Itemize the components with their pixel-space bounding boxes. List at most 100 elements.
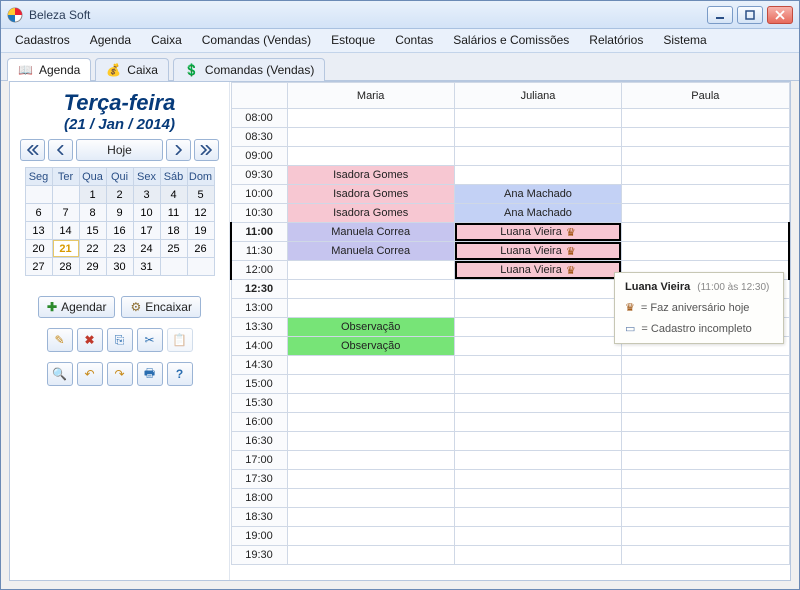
minical-day[interactable]: 3 bbox=[133, 186, 160, 204]
schedule-cell[interactable] bbox=[454, 375, 621, 394]
minical-day[interactable]: 2 bbox=[106, 186, 133, 204]
paste-button[interactable]: 📋 bbox=[167, 328, 193, 352]
minical-day[interactable]: 24 bbox=[133, 240, 160, 258]
schedule-cell[interactable] bbox=[454, 299, 621, 318]
schedule-cell[interactable] bbox=[287, 299, 454, 318]
menu-sistema[interactable]: Sistema bbox=[653, 29, 716, 52]
schedule-cell[interactable] bbox=[454, 489, 621, 508]
schedule-cell[interactable]: Manuela Correa bbox=[287, 223, 454, 242]
schedule-cell[interactable] bbox=[454, 337, 621, 356]
copy-button[interactable]: ⎘ bbox=[107, 328, 133, 352]
minical-day[interactable]: 17 bbox=[133, 222, 160, 240]
nav-first-button[interactable] bbox=[20, 139, 45, 161]
schedule-cell[interactable]: Observação bbox=[287, 337, 454, 356]
schedule-cell[interactable] bbox=[454, 546, 621, 565]
schedule-cell[interactable]: Ana Machado bbox=[454, 185, 621, 204]
schedule-cell[interactable] bbox=[454, 451, 621, 470]
minical-day[interactable]: 26 bbox=[187, 240, 214, 258]
column-header[interactable]: Juliana bbox=[454, 83, 621, 109]
schedule-cell[interactable]: Isadora Gomes bbox=[287, 204, 454, 223]
schedule-cell[interactable] bbox=[622, 432, 789, 451]
schedule-cell[interactable] bbox=[622, 451, 789, 470]
schedule-cell[interactable] bbox=[287, 147, 454, 166]
minical-day[interactable]: 30 bbox=[106, 258, 133, 276]
schedule-cell[interactable] bbox=[622, 109, 789, 128]
schedule-cell[interactable] bbox=[622, 508, 789, 527]
schedule-cell[interactable] bbox=[287, 451, 454, 470]
help-button[interactable]: ? bbox=[167, 362, 193, 386]
search-button[interactable]: 🔍 bbox=[47, 362, 73, 386]
tab-comandas-vendas-[interactable]: 💲Comandas (Vendas) bbox=[173, 58, 325, 81]
minical-day[interactable]: 27 bbox=[25, 258, 52, 276]
edit-button[interactable]: ✎ bbox=[47, 328, 73, 352]
schedule-cell[interactable]: Isadora Gomes bbox=[287, 166, 454, 185]
schedule-cell[interactable] bbox=[454, 318, 621, 337]
cut-button[interactable]: ✂ bbox=[137, 328, 163, 352]
minical-day[interactable]: 13 bbox=[25, 222, 52, 240]
mini-calendar[interactable]: SegTerQuaQuiSexSábDom 123456789101112131… bbox=[25, 167, 215, 276]
schedule-cell[interactable] bbox=[622, 470, 789, 489]
minical-day[interactable]: 22 bbox=[79, 240, 106, 258]
schedule-cell[interactable] bbox=[454, 356, 621, 375]
minimize-button[interactable] bbox=[707, 6, 733, 24]
schedule-cell[interactable] bbox=[454, 527, 621, 546]
appointment[interactable]: Isadora Gomes bbox=[288, 185, 454, 203]
appointment[interactable]: Isadora Gomes bbox=[288, 204, 454, 222]
schedule-cell[interactable] bbox=[622, 527, 789, 546]
schedule-cell[interactable]: Luana Vieira♛ bbox=[454, 223, 621, 242]
schedule-cell[interactable] bbox=[287, 280, 454, 299]
schedule-cell[interactable] bbox=[622, 185, 789, 204]
schedule-cell[interactable]: Observação bbox=[287, 318, 454, 337]
minical-day[interactable]: 1 bbox=[79, 186, 106, 204]
delete-button[interactable]: ✖ bbox=[77, 328, 103, 352]
schedule-cell[interactable] bbox=[622, 128, 789, 147]
schedule-cell[interactable] bbox=[622, 204, 789, 223]
menu-comandas-vendas-[interactable]: Comandas (Vendas) bbox=[192, 29, 321, 52]
schedule-cell[interactable] bbox=[454, 413, 621, 432]
tab-agenda[interactable]: 📖Agenda bbox=[7, 58, 91, 81]
minical-day[interactable]: 5 bbox=[187, 186, 214, 204]
schedule-cell[interactable] bbox=[622, 166, 789, 185]
appointment[interactable]: Luana Vieira♛ bbox=[455, 261, 621, 279]
schedule-cell[interactable] bbox=[622, 489, 789, 508]
column-header[interactable]: Maria bbox=[287, 83, 454, 109]
schedule-cell[interactable]: Luana Vieira♛ bbox=[454, 242, 621, 261]
schedule-cell[interactable] bbox=[454, 280, 621, 299]
nav-today-button[interactable]: Hoje bbox=[76, 139, 163, 161]
menu-contas[interactable]: Contas bbox=[385, 29, 443, 52]
schedule-cell[interactable] bbox=[454, 508, 621, 527]
nav-next-button[interactable] bbox=[166, 139, 191, 161]
schedule-cell[interactable] bbox=[454, 166, 621, 185]
schedule-cell[interactable] bbox=[622, 375, 789, 394]
minical-day[interactable]: 12 bbox=[187, 204, 214, 222]
schedule-cell[interactable] bbox=[622, 356, 789, 375]
column-header[interactable]: Paula bbox=[622, 83, 789, 109]
minical-day[interactable]: 8 bbox=[79, 204, 106, 222]
schedule-cell[interactable] bbox=[454, 109, 621, 128]
nav-prev-button[interactable] bbox=[48, 139, 73, 161]
minical-day[interactable]: 20 bbox=[25, 240, 52, 258]
appointment[interactable]: Observação bbox=[288, 318, 454, 336]
minical-day[interactable]: 23 bbox=[106, 240, 133, 258]
menu-agenda[interactable]: Agenda bbox=[80, 29, 141, 52]
minical-day[interactable]: 11 bbox=[160, 204, 187, 222]
schedule-cell[interactable] bbox=[287, 375, 454, 394]
redo-button[interactable]: ↷ bbox=[107, 362, 133, 386]
menu-cadastros[interactable]: Cadastros bbox=[5, 29, 80, 52]
schedule-cell[interactable] bbox=[287, 109, 454, 128]
schedule-cell[interactable] bbox=[622, 147, 789, 166]
schedule-cell[interactable] bbox=[287, 508, 454, 527]
undo-button[interactable]: ↶ bbox=[77, 362, 103, 386]
schedule-cell[interactable]: Isadora Gomes bbox=[287, 185, 454, 204]
schedule-cell[interactable] bbox=[622, 413, 789, 432]
minical-day[interactable]: 6 bbox=[25, 204, 52, 222]
schedule-cell[interactable]: Manuela Correa bbox=[287, 242, 454, 261]
schedule-cell[interactable] bbox=[287, 546, 454, 565]
tab-caixa[interactable]: 💰Caixa bbox=[95, 58, 169, 81]
menu-sal-rios-e-comiss-es[interactable]: Salários e Comissões bbox=[443, 29, 579, 52]
schedule-cell[interactable] bbox=[287, 413, 454, 432]
menu-caixa[interactable]: Caixa bbox=[141, 29, 192, 52]
print-button[interactable]: 🖶 bbox=[137, 362, 163, 386]
schedule-cell[interactable] bbox=[287, 527, 454, 546]
nav-last-button[interactable] bbox=[194, 139, 219, 161]
